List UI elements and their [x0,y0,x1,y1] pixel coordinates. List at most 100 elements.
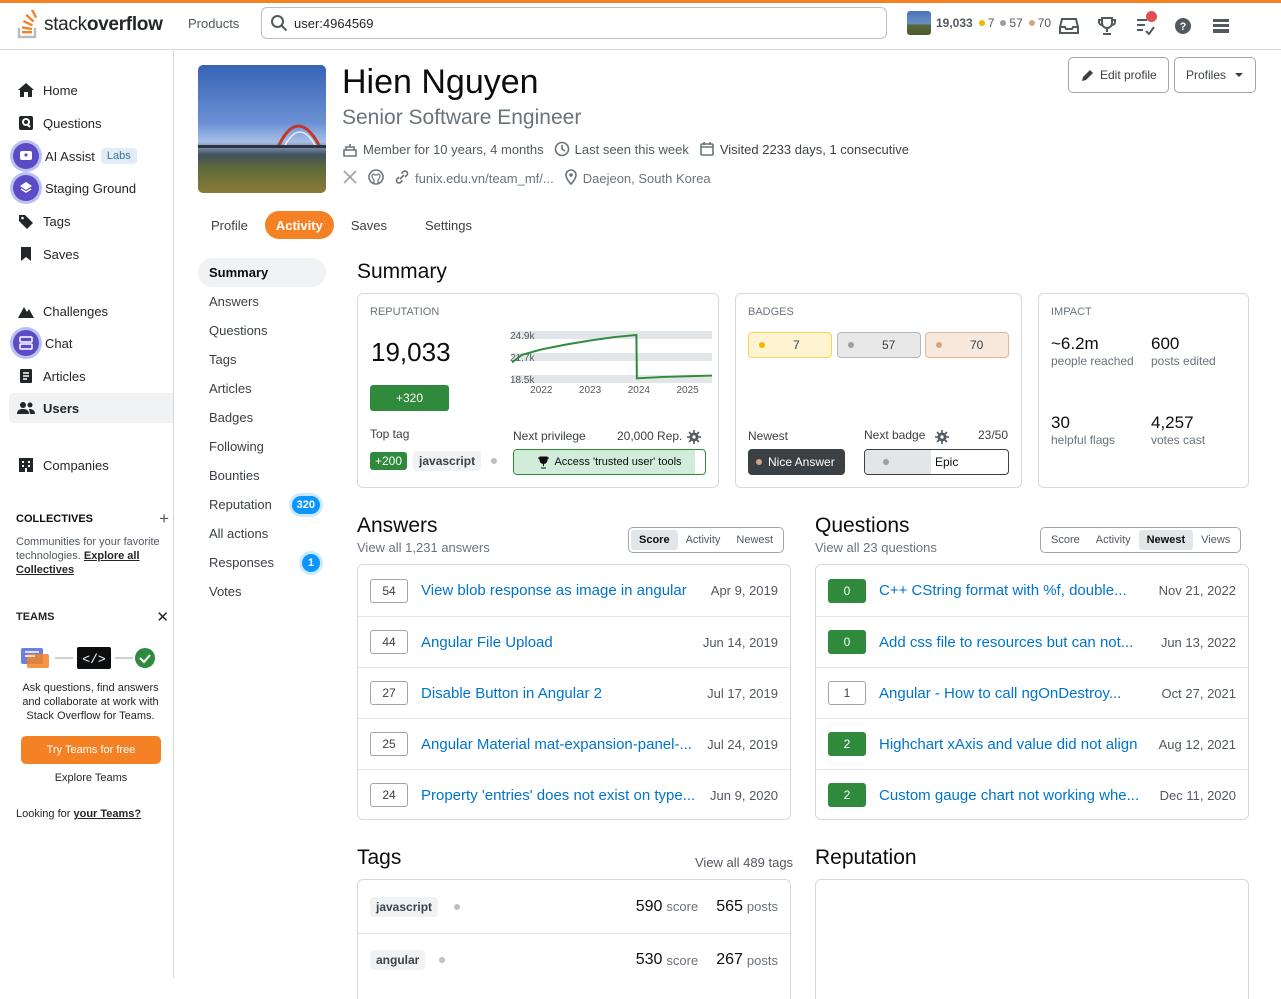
list-item: 27 Disable Button in Angular 2 Jul 17, 201… [358,667,790,718]
tag-posts: 565 [716,897,743,915]
github-icon[interactable] [368,169,384,188]
subnav-following[interactable]: Following [198,432,326,461]
ai-assist-icon [13,143,39,169]
subnav-articles[interactable]: Articles [198,374,326,403]
post-title-link[interactable]: Angular - How to call ngOnDestroy... [879,685,1150,702]
top-tag[interactable]: javascript [413,451,482,471]
profile-photo [198,124,326,148]
post-score: 0 [828,578,866,603]
sort-activity[interactable]: Activity [1088,530,1139,550]
sidebar-item-articles[interactable]: Articles [9,361,173,391]
search-input[interactable]: user:4964569 [261,7,887,39]
grid-band [512,353,712,361]
website-link[interactable]: funix.edu.vn/team_mf/... [415,171,554,186]
achievements-icon[interactable] [1088,13,1126,39]
newest-badge[interactable]: Nice Answer [748,449,845,475]
user-card[interactable]: 19,033 7 57 70 [907,11,1051,35]
post-title-link[interactable]: C++ CString format with %f, double... [879,582,1147,599]
next-privilege-label: Next privilege [513,429,586,443]
stackoverflow-logo[interactable]: stackoverflow [16,10,163,40]
subnav-summary[interactable]: Summary [198,258,326,287]
sort-newest[interactable]: Newest [728,530,781,550]
tag-dot-icon [491,458,498,464]
sort-activity[interactable]: Activity [678,530,729,550]
gold-badges[interactable]: 7 [748,332,832,358]
add-icon[interactable]: + [159,509,169,529]
post-title-link[interactable]: Angular File Upload [421,634,691,651]
view-all-tags-link[interactable]: View all 489 tags [695,855,793,870]
sidebar-item-questions[interactable]: Questions [9,108,173,138]
sidebar-item-ai-assist[interactable]: AI Assist Labs [9,141,173,171]
silver-badges[interactable]: 57 [837,332,921,358]
tab-profile[interactable]: Profile [200,211,259,239]
sort-views[interactable]: Views [1193,530,1238,550]
post-title-link[interactable]: Highchart xAxis and value did not align [879,736,1147,753]
member-since: Member for 10 years, 4 months [342,141,544,157]
review-queues-icon[interactable] [1126,11,1164,39]
subnav-votes[interactable]: Votes [198,577,326,606]
reputation-panel [815,879,1249,999]
tag-name[interactable]: javascript [370,896,439,917]
sidebar-item-home[interactable]: Home [9,75,173,105]
tab-settings[interactable]: Settings [414,211,483,239]
subnav-tags[interactable]: Tags [198,345,326,374]
subnav-badges[interactable]: Badges [198,403,326,432]
site-switcher-icon[interactable] [1202,13,1240,39]
sidebar-item-saves[interactable]: Saves [9,239,173,269]
bronze-badges[interactable]: 70 [925,332,1009,358]
tag-name[interactable]: angular [370,950,426,970]
tab-activity[interactable]: Activity [264,211,334,239]
subnav-responses[interactable]: Responses 1 [198,548,326,577]
view-all-questions-link[interactable]: View all 23 questions [815,540,937,555]
post-title-link[interactable]: Add css file to resources but can not... [879,634,1149,651]
subnav-reputation[interactable]: Reputation 320 [198,490,326,519]
logo-text: stackoverflow [44,14,163,35]
profiles-dropdown[interactable]: Profiles [1174,57,1257,93]
tag-dot-icon [439,957,446,963]
settings-icon[interactable] [935,430,949,447]
post-title-link[interactable]: View blob response as image in angular [421,582,699,599]
post-date: Oct 27, 2021 [1161,685,1236,701]
subnav-questions[interactable]: Questions [198,316,326,345]
subnav-bounties[interactable]: Bounties [198,461,326,490]
teams-heading: TEAMS ✕ [16,609,169,626]
close-icon[interactable]: ✕ [156,608,169,626]
products-link[interactable]: Products [188,16,239,31]
help-icon[interactable]: ? [1164,13,1202,39]
settings-icon[interactable] [687,430,701,447]
post-title-link[interactable]: Angular Material mat-expansion-panel-... [421,736,695,753]
post-title-link[interactable]: Property 'entries' does not exist on typ… [421,787,698,804]
chat-icon [13,330,39,356]
next-badge[interactable]: Epic [864,449,1009,475]
sidebar-item-companies[interactable]: Companies [9,450,173,480]
sidebar-item-chat[interactable]: Chat [9,328,173,358]
sidebar-item-staging-ground[interactable]: Staging Ground [9,173,173,203]
your-teams-link[interactable]: your Teams? [74,808,142,820]
tab-saves[interactable]: Saves [340,211,398,239]
sort-score[interactable]: Score [1043,530,1088,550]
sidebar-item-tags[interactable]: Tags [9,206,173,236]
view-all-answers-link[interactable]: View all 1,231 answers [357,540,490,555]
sidebar-item-users[interactable]: Users [9,393,173,423]
posts-edited-value: 600 [1151,334,1180,353]
sort-score[interactable]: Score [631,530,678,550]
sort-newest[interactable]: Newest [1138,530,1194,550]
post-title-link[interactable]: Disable Button in Angular 2 [421,685,695,702]
profile-links: funix.edu.vn/team_mf/... Daejeon, South … [342,169,711,188]
explore-teams-link[interactable]: Explore Teams [21,772,161,784]
subnav-all-actions[interactable]: All actions [198,519,326,548]
sidebar-item-label: Staging Ground [45,180,137,196]
votes-cast-label: votes cast [1151,433,1206,447]
responses-count: 1 [302,553,320,572]
reputation-card: REPUTATION 19,033 +320 24.9k 21.7k 18.5k 20… [357,293,719,488]
list-item: 1 Angular - How to call ngOnDestroy... Oct… [816,667,1248,718]
edit-profile-button[interactable]: Edit profile [1068,57,1169,93]
questions-list: 0 C++ CString format with %f, double... No… [815,564,1249,820]
twitter-x-icon[interactable] [342,169,358,188]
inbox-icon[interactable] [1050,13,1088,39]
try-teams-button[interactable]: Try Teams for free [21,736,161,764]
post-title-link[interactable]: Custom gauge chart not working whe... [879,787,1148,804]
sidebar-item-challenges[interactable]: Challenges [9,296,173,326]
post-date: Aug 12, 2021 [1158,736,1236,752]
subnav-answers[interactable]: Answers [198,287,326,316]
